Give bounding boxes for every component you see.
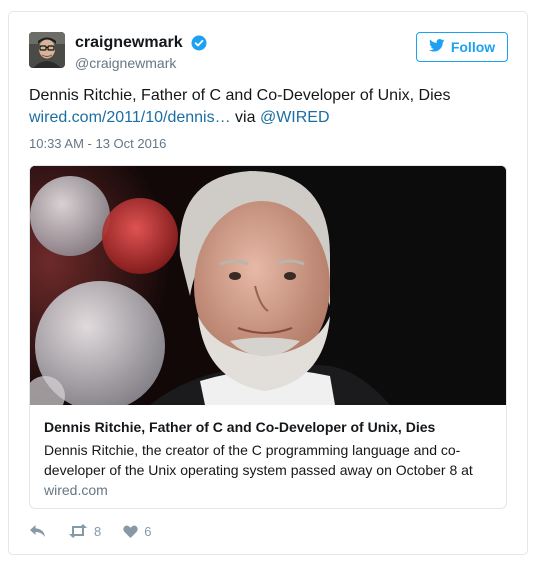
tweet-link[interactable]: wired.com/2011/10/dennis… [29,109,231,126]
twitter-bird-icon [428,39,445,55]
retweet-count: 8 [94,523,102,539]
card-domain: wired.com [44,482,108,498]
card-description: Dennis Ritchie, the creator of the C pro… [44,442,473,478]
author-info[interactable]: craignewmark @craignewmark [75,33,207,72]
via-label: via [235,109,256,126]
tweet-actions: 8 6 [29,521,173,541]
author-handle[interactable]: @craignewmark [75,54,207,72]
tweet-body: Dennis Ritchie, Father of C and Co-Devel… [29,87,451,104]
avatar[interactable] [29,32,65,68]
reply-button[interactable] [29,524,46,538]
reply-icon [29,524,46,538]
retweet-icon [68,524,88,538]
card-body: Dennis Ritchie, Father of C and Co-Devel… [30,405,506,498]
author-display-name[interactable]: craignewmark [75,33,183,53]
like-button[interactable]: 6 [123,524,151,539]
mention-link[interactable]: @WIRED [260,109,330,126]
verified-badge-icon [191,35,207,51]
heart-icon [123,525,138,538]
card-image [30,166,506,405]
tweet-timestamp[interactable]: 10:33 AM - 13 Oct 2016 [29,136,166,151]
link-card[interactable]: Dennis Ritchie, Father of C and Co-Devel… [29,165,507,509]
tweet-embed: craignewmark @craignewmark Follow Dennis… [8,11,528,555]
follow-button-label: Follow [450,39,496,55]
card-title: Dennis Ritchie, Father of C and Co-Devel… [44,419,436,435]
tweet-text: Dennis Ritchie, Father of C and Co-Devel… [29,85,509,129]
retweet-button[interactable]: 8 [68,524,101,539]
like-count: 6 [144,523,152,539]
follow-button[interactable]: Follow [416,32,508,62]
